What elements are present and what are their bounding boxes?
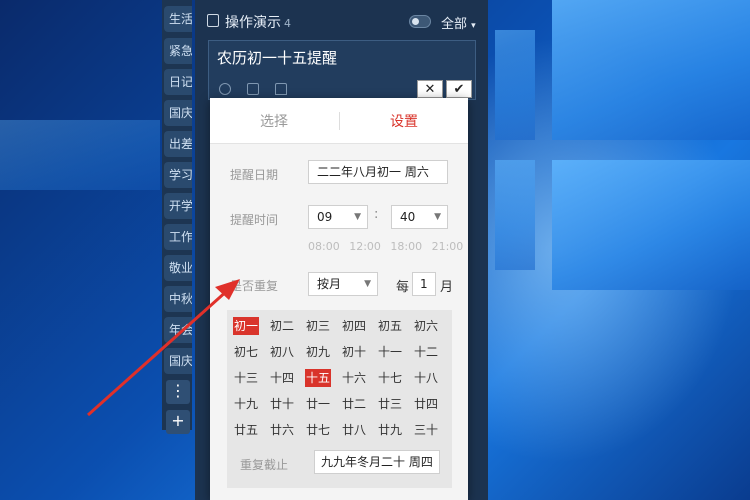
annotation-arrow xyxy=(87,279,240,417)
arrow-shaft xyxy=(87,288,229,417)
